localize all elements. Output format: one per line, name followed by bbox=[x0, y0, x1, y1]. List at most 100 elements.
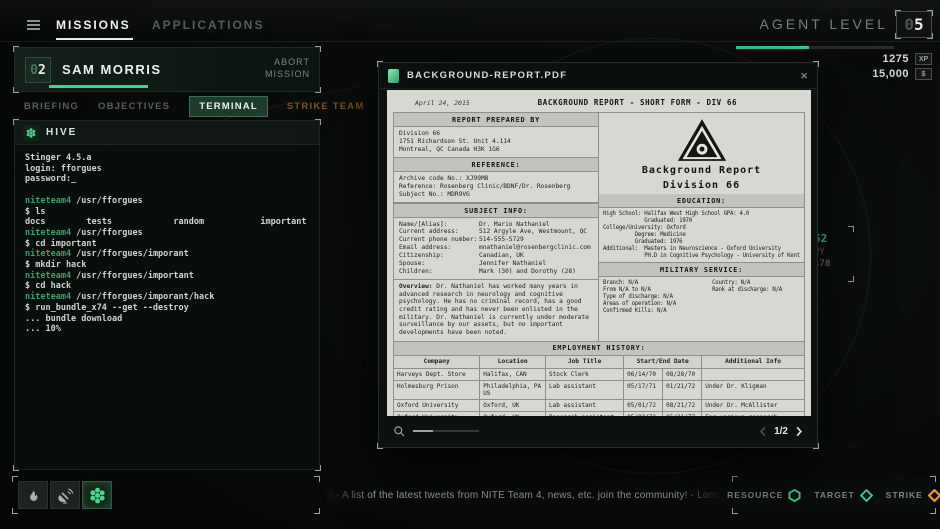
employment-table-body: Harveys Dept. StoreHalifax, CANStock Cle… bbox=[394, 368, 805, 416]
tab-objectives[interactable]: OBJECTIVES bbox=[98, 101, 170, 112]
mission-card: 02 SAM MORRIS ABORT MISSION bbox=[14, 47, 320, 92]
subject-info-row: Citizenship:Canadian, UK bbox=[399, 252, 593, 260]
app-dock bbox=[14, 478, 318, 512]
diamond-icon bbox=[860, 489, 873, 502]
node-label: PY bbox=[814, 247, 852, 257]
subject-info-row: Current address:512 Argyle Ave, Westmoun… bbox=[399, 228, 593, 236]
page-indicator: 1/2 bbox=[774, 426, 788, 437]
terminal-line: $ cd important bbox=[25, 239, 309, 250]
money-badge: $ bbox=[915, 68, 932, 80]
subject-info-row: Children:Mark (30) and Dorothy (28) bbox=[399, 268, 593, 276]
subject-info-row: Spouse:Jennifer Nathaniel bbox=[399, 260, 593, 268]
overview-text: Dr. Nathaniel has worked many years in a… bbox=[399, 283, 589, 336]
employment-table-row: Holmesburg PrisonPhiladelphia, PA USLab … bbox=[394, 380, 805, 399]
agent-level-ones: 5 bbox=[914, 15, 924, 34]
pdf-title-bar[interactable]: BACKGROUND-REPORT.PDF × bbox=[379, 63, 817, 89]
previous-page-icon[interactable] bbox=[759, 426, 767, 437]
zoom-magnifier-icon[interactable] bbox=[393, 425, 406, 438]
money-row: 15,000 $ bbox=[872, 68, 932, 80]
logo-title-line2: Division 66 bbox=[599, 180, 804, 192]
division-logo-block: Background Report Division 66 bbox=[599, 113, 804, 194]
next-page-icon[interactable] bbox=[795, 426, 803, 437]
terminal-header: HIVE bbox=[15, 121, 319, 145]
flame-icon bbox=[25, 487, 42, 504]
satellite-dish-icon bbox=[57, 487, 74, 504]
tab-terminal[interactable]: TERMINAL bbox=[189, 96, 268, 117]
node-number: 478 bbox=[814, 259, 852, 269]
document-title: BACKGROUND REPORT - SHORT FORM - DIV 66 bbox=[470, 98, 805, 107]
terminal-line: ... bundle download bbox=[25, 314, 309, 325]
document-header: April 24, 2015 BACKGROUND REPORT - SHORT… bbox=[393, 98, 805, 107]
military-left-lines: Branch: N/A From N/A to N/A Type of disc… bbox=[599, 277, 708, 317]
mission-tabs: BRIEFING OBJECTIVES TERMINAL STRIKE TEAM bbox=[24, 96, 364, 117]
terminal-line: niteteam4 /usr/fforgues bbox=[25, 196, 309, 207]
prepared-by-lines: Division 66 1751 Richardson St. Unit 4.1… bbox=[394, 127, 598, 157]
ticker-text: et - A list of the latest tweets from NI… bbox=[326, 490, 722, 501]
dock-item-satellite[interactable] bbox=[50, 481, 80, 509]
tab-briefing[interactable]: BRIEFING bbox=[24, 101, 79, 112]
map-legend: RESOURCE TARGET STRIKE bbox=[734, 478, 934, 512]
terminal-line: Stinger 4.5.a bbox=[25, 153, 309, 164]
military-right-lines: Country: N/A Rank at discharge: N/A bbox=[708, 277, 804, 317]
education-lines: High School: Halifax West High School GP… bbox=[599, 208, 804, 262]
terminal-output[interactable]: Stinger 4.5.alogin: fforguespassword:_ n… bbox=[15, 145, 319, 343]
mission-number: 02 bbox=[25, 57, 51, 83]
terminal-panel: HIVE Stinger 4.5.alogin: fforguespasswor… bbox=[14, 120, 320, 470]
legend-strike: STRIKE bbox=[886, 489, 940, 502]
xp-value: 1275 bbox=[883, 53, 909, 65]
diamond-icon bbox=[928, 489, 940, 502]
section-header-education: EDUCATION: bbox=[599, 194, 804, 208]
terminal-line bbox=[25, 185, 309, 196]
agent-level-tens: 0 bbox=[904, 15, 914, 34]
tab-missions[interactable]: MISSIONS bbox=[56, 18, 131, 32]
pdf-toolbar: 1/2 bbox=[387, 415, 809, 447]
section-header-reference: REFERENCE: bbox=[394, 157, 598, 172]
agent-level-label: AGENT LEVEL bbox=[760, 16, 888, 32]
pdf-page: April 24, 2015 BACKGROUND REPORT - SHORT… bbox=[387, 90, 811, 416]
logo-title-line1: Background Report bbox=[599, 165, 804, 177]
terminal-line: $ run_bundle_x74 --get --destroy bbox=[25, 303, 309, 314]
reference-lines: Archive code No.: XJ99M8 Reference: Rose… bbox=[394, 172, 598, 203]
dock-item-hive[interactable] bbox=[82, 481, 112, 509]
document-date: April 24, 2015 bbox=[415, 99, 470, 107]
employment-table-header: CompanyLocationJob TitleStart/End DateAd… bbox=[394, 356, 805, 369]
tab-strike-team[interactable]: STRIKE TEAM bbox=[287, 101, 365, 112]
terminal-line: password:_ bbox=[25, 174, 309, 185]
hive-icon bbox=[88, 486, 107, 505]
employment-history-table: CompanyLocationJob TitleStart/End DateAd… bbox=[393, 356, 805, 416]
legend-resource: RESOURCE bbox=[727, 489, 801, 502]
tab-applications[interactable]: APPLICATIONS bbox=[152, 18, 264, 32]
money-value: 15,000 bbox=[872, 68, 909, 80]
terminal-line: docs tests random important bbox=[25, 217, 309, 228]
xp-badge: XP bbox=[915, 53, 932, 65]
hive-icon bbox=[23, 125, 39, 141]
xp-progress-bar bbox=[736, 46, 894, 49]
close-icon[interactable]: × bbox=[800, 69, 808, 82]
subject-info-row: Current phone number:514-555-5729 bbox=[399, 236, 593, 244]
terminal-line: $ ls bbox=[25, 207, 309, 218]
pyramid-eye-logo bbox=[677, 118, 727, 162]
mission-progress-bar bbox=[49, 85, 148, 88]
zoom-slider[interactable] bbox=[413, 430, 479, 432]
subject-info-row: Name/[Alias]:Dr. Mario Nathaniel bbox=[399, 221, 593, 229]
overview-box: Overview: Dr. Nathaniel has worked many … bbox=[394, 280, 598, 341]
dock-item-flame[interactable] bbox=[18, 481, 48, 509]
subject-info-rows: Name/[Alias]:Dr. Mario NathanielCurrent … bbox=[394, 218, 598, 280]
terminal-line: niteteam4 /usr/fforgues/imporant/hack bbox=[25, 292, 309, 303]
terminal-line: login: fforgues bbox=[25, 164, 309, 175]
overview-label: Overview: bbox=[399, 283, 433, 290]
terminal-line: $ cd hack bbox=[25, 281, 309, 292]
menu-icon[interactable] bbox=[27, 20, 40, 32]
section-header-prepared-by: REPORT PREPARED BY bbox=[394, 113, 598, 127]
xp-row: 1275 XP bbox=[883, 53, 932, 65]
terminal-app-name: HIVE bbox=[46, 127, 77, 138]
section-header-military: MILITARY SERVICE: bbox=[599, 262, 804, 277]
agent-level-value: 05 bbox=[896, 11, 932, 38]
document-icon bbox=[388, 69, 399, 83]
abort-mission-button[interactable]: ABORT MISSION bbox=[260, 56, 310, 80]
employment-table-row: Oxford UniversityOxford, UKLab assistant… bbox=[394, 399, 805, 411]
legend-target: TARGET bbox=[814, 489, 872, 502]
terminal-line: niteteam4 /usr/fforgues bbox=[25, 228, 309, 239]
pdf-viewer-window: BACKGROUND-REPORT.PDF × April 24, 2015 B… bbox=[378, 62, 818, 448]
hexagon-icon bbox=[788, 489, 801, 502]
